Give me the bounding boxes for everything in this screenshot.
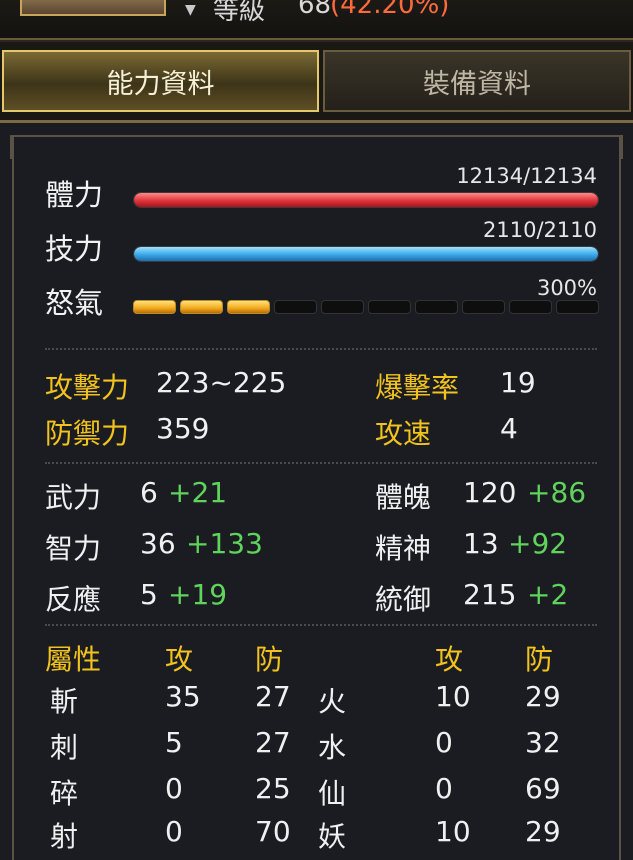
atk-header: 攻 (165, 643, 194, 676)
attr-bonus: +2 (527, 578, 569, 611)
rage-segment (180, 300, 223, 314)
crit-value: 19 (500, 366, 536, 399)
attr-label: 精神 (375, 532, 432, 565)
element-def: 29 (525, 815, 561, 848)
element-def: 70 (255, 815, 291, 848)
attr-base: 13 (463, 527, 499, 560)
rage-segment (509, 300, 552, 314)
tab-equipment[interactable]: 裝備資料 (323, 50, 631, 112)
level-percent: (42.20%) (330, 0, 450, 20)
mp-bar-fill (134, 247, 598, 261)
defense-value: 359 (156, 412, 210, 445)
tab-bar: 能力資料 裝備資料 (0, 42, 633, 120)
tab-ability[interactable]: 能力資料 (2, 50, 319, 112)
element-atk: 0 (165, 815, 183, 848)
frame-corner-ornament (599, 135, 623, 159)
hp-bar-fill (134, 193, 598, 207)
attr-bonus: +92 (508, 527, 568, 560)
crit-label: 爆擊率 (375, 371, 460, 404)
element-atk: 0 (165, 772, 183, 805)
attr-base: 120 (463, 476, 517, 509)
attr-label: 武力 (45, 481, 102, 514)
element-atk: 0 (435, 772, 453, 805)
element-name: 火 (318, 685, 347, 718)
divider (45, 624, 597, 626)
element-def: 27 (255, 680, 291, 713)
mp-label: 技力 (45, 232, 104, 266)
attack-label: 攻擊力 (45, 371, 130, 404)
element-def: 29 (525, 680, 561, 713)
attr-label: 統御 (375, 583, 432, 616)
divider (45, 462, 597, 464)
rage-segment (274, 300, 317, 314)
element-name: 水 (318, 731, 347, 764)
element-name: 碎 (50, 777, 79, 810)
element-def: 69 (525, 772, 561, 805)
speed-label: 攻速 (375, 417, 432, 450)
attr-base: 36 (140, 527, 176, 560)
character-header: ▼ 等級 68 (42.20%) (0, 0, 633, 40)
element-atk: 10 (435, 815, 471, 848)
hp-value: 12134/12134 (456, 164, 597, 188)
rage-segment (321, 300, 364, 314)
rage-bar (133, 300, 599, 316)
rage-segment (556, 300, 599, 314)
chevron-down-icon: ▼ (185, 2, 196, 18)
speed-value: 4 (500, 412, 518, 445)
hp-bar (133, 192, 599, 208)
rage-segment (227, 300, 270, 314)
rage-segment (133, 300, 176, 314)
attr-base: 6 (140, 476, 158, 509)
character-portrait (20, 0, 166, 16)
element-def: 32 (525, 726, 561, 759)
attr-label: 智力 (45, 532, 102, 565)
element-atk: 0 (435, 726, 453, 759)
attr-bonus: +86 (527, 476, 587, 509)
rage-segment (415, 300, 458, 314)
element-atk: 10 (435, 680, 471, 713)
element-name: 斬 (50, 685, 79, 718)
attr-bonus: +19 (168, 578, 228, 611)
rage-segment (368, 300, 411, 314)
rage-label: 怒氣 (45, 286, 104, 320)
attr-label: 體魄 (375, 481, 432, 514)
frame-corner-ornament (10, 135, 34, 159)
atk-header: 攻 (435, 643, 464, 676)
element-header: 屬性 (45, 643, 102, 676)
divider (45, 348, 597, 350)
element-atk: 5 (165, 726, 183, 759)
hp-label: 體力 (45, 178, 104, 212)
element-atk: 35 (165, 680, 201, 713)
def-header: 防 (525, 643, 554, 676)
attr-base: 215 (463, 578, 517, 611)
element-name: 妖 (318, 820, 347, 853)
element-name: 刺 (50, 731, 79, 764)
element-name: 仙 (318, 777, 347, 810)
level-label: 等級 (213, 0, 266, 26)
attack-value: 223~225 (156, 366, 287, 399)
attr-bonus: +133 (186, 527, 263, 560)
attr-label: 反應 (45, 583, 102, 616)
rage-segment (462, 300, 505, 314)
attr-base: 5 (140, 578, 158, 611)
level-value: 68 (298, 0, 332, 20)
element-name: 射 (50, 820, 79, 853)
mp-value: 2110/2110 (483, 218, 597, 242)
defense-label: 防禦力 (45, 417, 130, 450)
rage-value: 300% (536, 276, 597, 300)
element-def: 27 (255, 726, 291, 759)
def-header: 防 (255, 643, 284, 676)
element-def: 25 (255, 772, 291, 805)
mp-bar (133, 246, 599, 262)
attr-bonus: +21 (168, 476, 228, 509)
